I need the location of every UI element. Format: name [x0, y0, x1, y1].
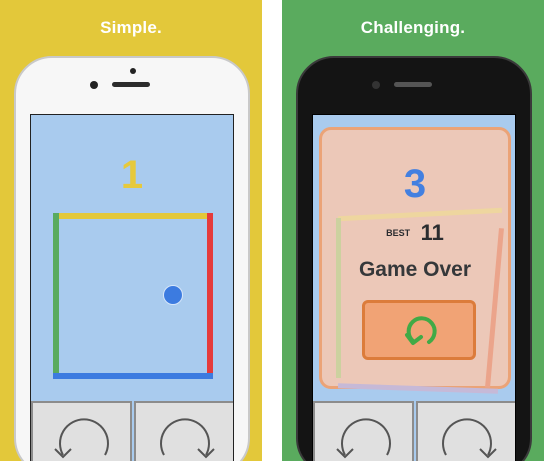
game-over-title: Game Over — [358, 258, 472, 281]
replay-button[interactable] — [362, 300, 476, 360]
phone-camera-icon — [130, 68, 136, 74]
replay-icon — [405, 316, 437, 345]
score-display: 1 — [120, 153, 144, 197]
phone-frame-black: 3 BEST 11 Game Over — [296, 56, 532, 461]
phone-front-camera-icon — [372, 81, 380, 89]
game-over-card: 3 BEST 11 Game Over — [319, 127, 511, 394]
game-screen: 1 — [30, 114, 234, 461]
game-ball — [163, 285, 183, 305]
phone-speaker-icon — [112, 82, 150, 87]
best-label: BEST — [386, 228, 411, 238]
rotate-left-button[interactable] — [31, 401, 132, 461]
panel-caption: Challenging. — [360, 18, 466, 37]
rotate-counterclockwise-icon — [54, 418, 109, 459]
phone-front-camera-icon — [90, 81, 98, 89]
box-edge-bottom — [337, 383, 499, 394]
score-display: 3 — [403, 162, 427, 206]
game-screen: 3 BEST 11 Game Over — [312, 114, 516, 461]
panel-caption: Simple. — [100, 18, 162, 37]
simple-panel: Simple. 1 — [0, 0, 262, 461]
game-box — [53, 213, 213, 379]
rotate-counterclockwise-icon — [336, 418, 391, 459]
phone-speaker-icon — [394, 82, 432, 87]
challenging-panel: Challenging. 3 BEST 11 Game Over — [282, 0, 544, 461]
rotate-clockwise-icon — [160, 418, 215, 459]
best-score-row: BEST 11 — [322, 220, 508, 246]
phone-frame-white: 1 — [14, 56, 250, 461]
rotate-right-button[interactable] — [416, 401, 515, 461]
box-edge-right — [485, 228, 504, 388]
rotate-clockwise-icon — [442, 418, 497, 459]
rotate-right-button[interactable] — [134, 401, 233, 461]
rotate-left-button[interactable] — [313, 401, 414, 461]
best-value: 11 — [420, 220, 444, 245]
box-edge-top — [53, 213, 213, 219]
box-edge-left — [53, 213, 59, 379]
box-edge-right — [207, 213, 213, 379]
box-edge-bottom — [53, 373, 213, 379]
